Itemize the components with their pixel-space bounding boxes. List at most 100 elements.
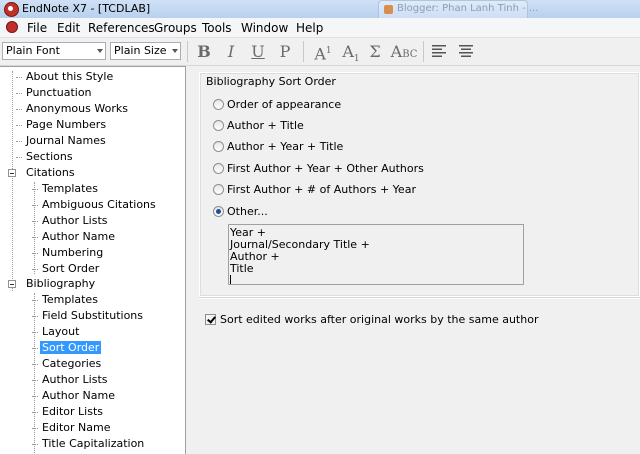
tree-item-citations-templates[interactable]: Templates [32,181,100,197]
tree-item-label: Layout [42,325,80,338]
endnote-menu-icon[interactable] [6,21,18,33]
menu-bar: File Edit References Groups Tools Window… [0,18,640,38]
text-caret [230,275,231,284]
tree-item-editor-lists[interactable]: Editor Lists [32,404,105,420]
menu-edit[interactable]: Edit [57,21,80,35]
subscript-button[interactable]: A1 [340,41,362,64]
tree-item-label: Page Numbers [26,118,107,131]
align-center-button[interactable] [458,41,474,62]
radio-button[interactable] [213,141,224,152]
tree-item-sections[interactable]: Sections [16,149,75,165]
tree-item-title-capitalization[interactable]: Title Capitalization [32,436,146,452]
tree-item-bibliography-author-lists[interactable]: Author Lists [32,372,110,388]
tree-item-bibliography-author-name[interactable]: Author Name [32,388,117,404]
radio-button[interactable] [213,184,224,195]
tree-item-layout[interactable]: Layout [32,324,81,340]
blogger-icon [384,5,393,14]
superscript-mark: 1 [325,46,332,56]
chevron-down-icon [97,49,103,53]
collapse-icon[interactable] [8,280,16,288]
tree-item-citations[interactable]: Citations [24,165,77,181]
tree-item-editor-name[interactable]: Editor Name [32,420,113,436]
radio-label: Other... [227,205,268,218]
tree-item-journal-names[interactable]: Journal Names [16,133,108,149]
endnote-logo-icon [4,2,19,17]
menu-tools[interactable]: Tools [202,21,232,35]
tree-item-label: Sort Order [40,341,102,354]
symbol-button[interactable]: Σ [366,41,384,62]
radio-label: First Author + Year + Other Authors [227,162,424,175]
tree-item-label: Author Name [42,389,115,402]
menu-groups[interactable]: Groups [154,21,197,35]
tree-item-label: Ambiguous Citations [42,198,156,211]
tree-item-anonymous-works[interactable]: Anonymous Works [16,101,130,117]
tree-item-label: Title Capitalization [42,437,145,450]
tree-item-numbering[interactable]: Numbering [32,245,105,261]
tree-item-about-this-style[interactable]: About this Style [16,69,115,85]
tree-item-bibliography[interactable]: Bibliography [24,276,97,292]
radio-button[interactable] [213,120,224,131]
radio-button[interactable] [213,163,224,174]
italic-button[interactable]: I [222,41,240,62]
tree-item-label: Sort Order [42,262,100,275]
superscript-base: A [314,44,326,64]
tree-item-ambiguous-citations[interactable]: Ambiguous Citations [32,197,158,213]
tree-item-label: Templates [42,293,98,306]
tree-item-label: Sections [26,150,73,163]
menu-help[interactable]: Help [296,21,323,35]
menu-file[interactable]: File [27,21,47,35]
tree-item-label: Numbering [42,246,104,259]
tree-item-label: Templates [42,182,98,195]
align-left-button[interactable] [431,41,447,62]
tree-item-label: About this Style [26,70,114,83]
background-tab-label: Blogger: Phan Lanh Tinh - ... [397,3,539,14]
toolbar-divider [303,41,304,62]
tree-item-citations-author-name[interactable]: Author Name [32,229,117,245]
tree-item-bibliography-sort-order[interactable]: Sort Order [32,340,102,356]
radio-label: First Author + # of Authors + Year [227,183,416,196]
custom-sort-order-field[interactable]: Year + Journal/Secondary Title + Author … [228,224,524,285]
tree-item-categories[interactable]: Categories [32,356,103,372]
size-select[interactable]: Plain Size [110,42,181,60]
subscript-base: A [342,42,354,61]
sort-line: Author + [230,250,280,263]
tree-item-label: Citations [26,166,75,179]
bold-button[interactable]: B [195,41,213,62]
radio-button[interactable] [213,99,224,110]
chevron-down-icon [172,49,178,53]
small-caps-button[interactable]: ABC [390,41,418,62]
tree-item-field-substitutions[interactable]: Field Substitutions [32,308,145,324]
window-title: EndNote X7 - [TCDLAB] [22,2,151,15]
plain-button[interactable]: P [276,41,294,62]
align-center-icon [459,45,473,57]
font-select[interactable]: Plain Font [2,42,106,60]
divider [199,297,640,299]
menu-references[interactable]: References [88,21,155,35]
radio-label: Author + Title [227,119,304,132]
sort-edited-works-label: Sort edited works after original works b… [220,313,539,326]
tree-connector [12,71,13,291]
tree-item-citations-sort-order[interactable]: Sort Order [32,261,101,277]
radio-button-selected[interactable] [213,206,224,217]
style-tree-panel: About this Style Punctuation Anonymous W… [0,66,186,454]
tree-item-label: Punctuation [26,86,92,99]
tree-item-bibliography-templates[interactable]: Templates [32,292,100,308]
font-select-value: Plain Font [6,44,60,57]
formatting-toolbar: Plain Font Plain Size B I U P A1 A1 Σ AB… [0,38,640,66]
tree-item-punctuation[interactable]: Punctuation [16,85,94,101]
sort-edited-works-checkbox[interactable] [205,314,216,325]
underline-button[interactable]: U [249,41,267,62]
small-caps-base: A [390,42,403,61]
collapse-icon[interactable] [8,169,16,177]
radio-label: Order of appearance [227,98,342,111]
toolbar-divider [423,41,424,62]
sort-line: Title [230,262,254,275]
superscript-button[interactable]: A1 [312,41,334,64]
tree-connector [34,293,35,453]
background-browser-tab[interactable]: Blogger: Phan Lanh Tinh - ... [378,0,538,18]
tree-item-citations-author-lists[interactable]: Author Lists [32,213,110,229]
tree-item-label: Categories [42,357,102,370]
menu-window[interactable]: Window [241,21,288,35]
tree-item-page-numbers[interactable]: Page Numbers [16,117,108,133]
tree-connector [34,182,35,274]
